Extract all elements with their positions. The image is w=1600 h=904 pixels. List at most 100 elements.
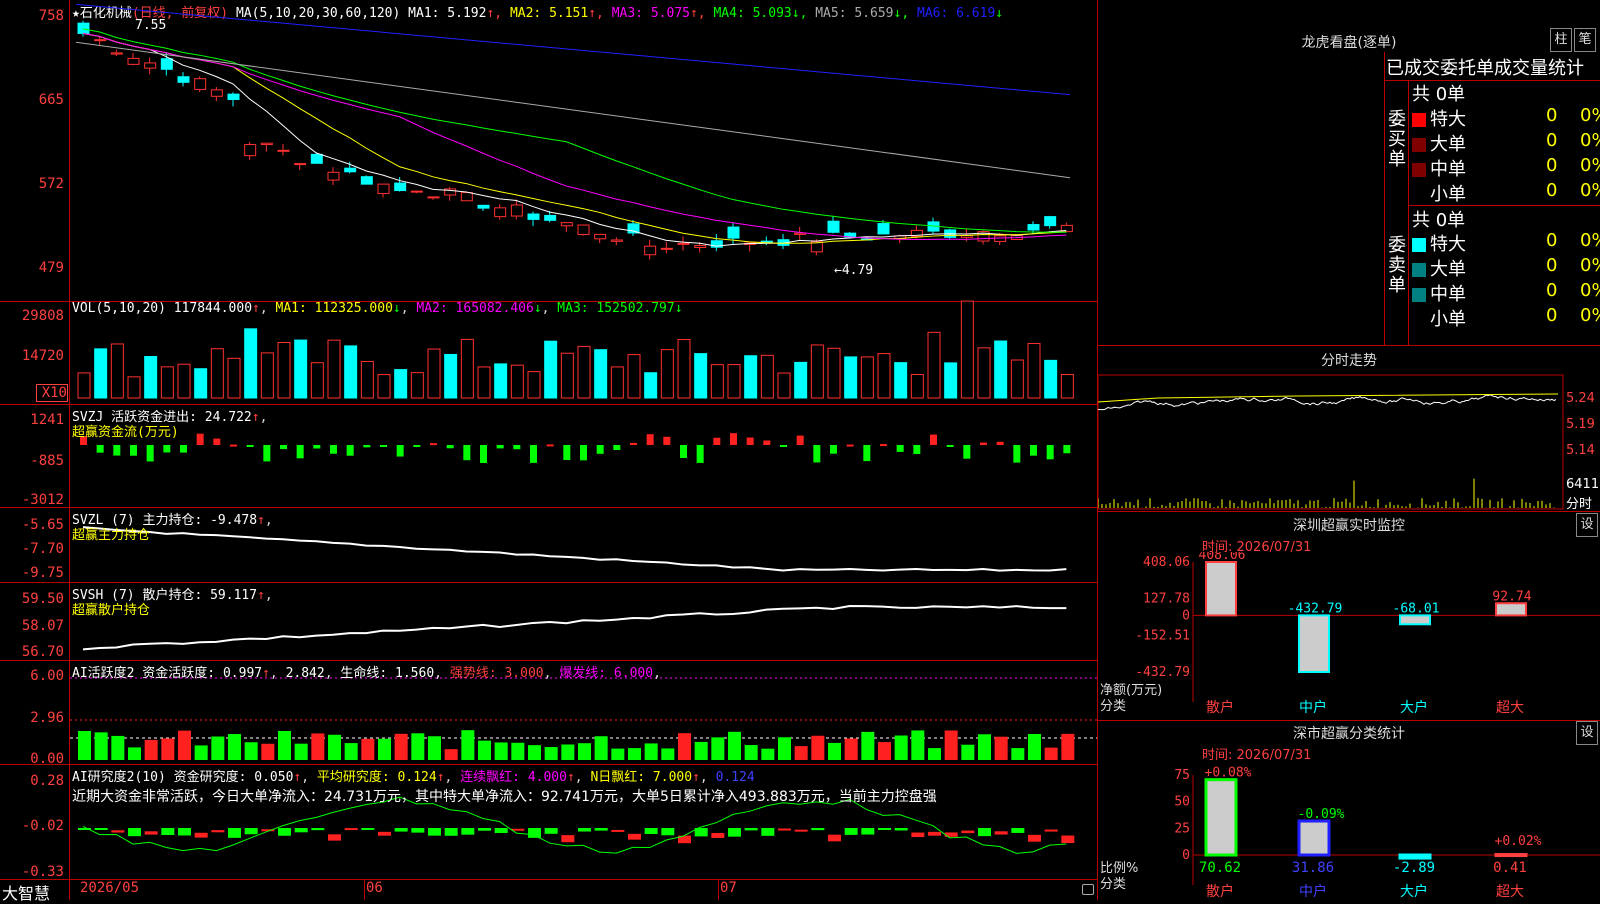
candle-body	[277, 149, 290, 152]
candle-body	[460, 192, 473, 202]
activity-bar	[211, 736, 225, 760]
activity-bar	[778, 737, 791, 760]
research-bar	[1061, 835, 1075, 844]
research-bar	[428, 828, 441, 836]
ma3-line	[82, 32, 1067, 241]
intraday-axis-1: 5.19	[1566, 417, 1595, 432]
classify-axis-tick: 25	[1174, 821, 1190, 836]
order-row-sell-rows-1: 大单 0 0%	[1412, 255, 1600, 281]
flow-bar	[96, 445, 104, 453]
svsh-axis-0: 59.50	[21, 591, 64, 607]
order-row-count: 0	[1546, 305, 1558, 326]
activity-bar	[728, 731, 741, 760]
flow-bar	[896, 445, 904, 452]
volume-bar	[410, 372, 424, 399]
ai1-label: AI活跃度2 资金活跃度: 0.997	[72, 666, 263, 681]
svzj-axis-2: -3012	[21, 492, 64, 508]
ai2-label: AI研究度2(10) 资金研究度: 0.050	[72, 770, 294, 785]
order-row-count: 0	[1546, 280, 1558, 301]
flow-bar	[1030, 445, 1037, 456]
activity-bar	[244, 742, 258, 760]
research-bar	[228, 828, 241, 838]
order-row-count: 0	[1546, 155, 1558, 176]
ai1-v2: 2.842	[285, 666, 325, 681]
research-bar	[1028, 834, 1041, 842]
volume-bar	[827, 347, 841, 399]
sell-label: 委卖单	[1388, 235, 1406, 296]
research-bar	[728, 828, 741, 837]
vol-ma3: MA3: 152502.797	[557, 301, 675, 316]
research-bar	[411, 828, 425, 833]
flow-bar	[130, 445, 137, 456]
ai2-header: AI研究度2(10) 资金研究度: 0.050↑, 平均研究度: 0.124↑,…	[72, 770, 755, 785]
intraday-axis-2: 5.14	[1566, 443, 1595, 458]
activity-bar	[744, 745, 758, 760]
classify-category: 中户	[1299, 883, 1327, 900]
bar-mode-button[interactable]: 柱	[1550, 28, 1572, 52]
vol-axis-2: X10	[36, 384, 68, 402]
research-bar	[894, 828, 908, 831]
activity-bar	[544, 747, 558, 760]
order-row-count: 0	[1546, 255, 1558, 276]
classify-value: 31.86	[1292, 860, 1334, 876]
activity-bar	[611, 748, 625, 760]
flow-bar	[913, 445, 921, 455]
svzl-line	[82, 526, 1067, 572]
activity-bar	[328, 734, 341, 760]
color-swatch	[1412, 313, 1426, 327]
price-axis-1: 665	[38, 92, 64, 108]
classify-value: 70.62	[1199, 860, 1241, 876]
flow-bar	[830, 445, 837, 454]
research-bar	[444, 828, 458, 836]
volume-bar	[327, 339, 341, 399]
flow-bar	[246, 445, 254, 447]
flow-bar	[496, 445, 504, 449]
candle-body	[660, 247, 673, 250]
flow-bar	[663, 436, 671, 445]
intraday-frame	[1098, 374, 1564, 510]
classify-chart: 75 50 25 0 +0.08% 70.62 散户 -0.09% 31.86 中户 -2.89 大户…	[1100, 766, 1600, 900]
monitor-bar-value: 92.74	[1492, 589, 1531, 604]
volume-bar	[1044, 359, 1058, 399]
x-label-jul: 07	[720, 880, 737, 896]
volume-bar	[544, 340, 558, 399]
volume-bar	[194, 368, 208, 399]
activity-bar	[878, 742, 891, 760]
candle-body	[544, 214, 557, 221]
activity-bar	[394, 733, 408, 760]
order-row-name: 中单	[1430, 159, 1466, 180]
intraday-price-line	[1098, 394, 1557, 411]
ai1-header: AI活跃度2 资金活跃度: 0.997↑, 2.842, 生命线: 1.560,…	[72, 666, 661, 681]
volume-bar	[110, 343, 124, 399]
order-row-count: 0	[1546, 105, 1558, 126]
research-bar	[961, 830, 975, 834]
buy-label: 委买单	[1388, 109, 1406, 170]
classify-settings-button[interactable]: 设	[1576, 721, 1598, 745]
flow-bar	[563, 445, 571, 461]
activity-bar	[661, 748, 675, 760]
candle-body	[227, 93, 240, 100]
svzl-axis-0: -5.65	[21, 517, 64, 533]
monitor-category: 散户	[1206, 699, 1234, 716]
monitor-settings-button[interactable]: 设	[1576, 513, 1598, 537]
volume-bar	[1027, 342, 1041, 399]
activity-bar	[578, 743, 591, 760]
flow-bar	[413, 445, 421, 447]
tick-mode-button[interactable]: 笔	[1574, 28, 1596, 52]
classify-category: 散户	[1206, 883, 1234, 900]
research-bar	[328, 834, 341, 841]
research-bar	[811, 828, 825, 831]
candle-body	[210, 89, 223, 97]
svsh-axis-1: 58.07	[21, 618, 64, 634]
research-bar	[1044, 829, 1058, 832]
svzj-sub: 超赢资金流(万元)	[72, 425, 179, 440]
volume-bar	[210, 348, 224, 399]
monitor-bar-value: 408.06	[1199, 552, 1246, 563]
classify-category: 超大	[1496, 884, 1524, 900]
order-row-pct: 0%	[1580, 105, 1600, 126]
vol-header: VOL(5,10,20) 117844.000↑, MA1: 112325.00…	[72, 301, 683, 316]
candle-body	[327, 171, 340, 181]
ai2-v2: 平均研究度: 0.124	[316, 770, 437, 785]
candle-body	[510, 204, 523, 217]
lock-icon[interactable]	[1082, 884, 1094, 895]
